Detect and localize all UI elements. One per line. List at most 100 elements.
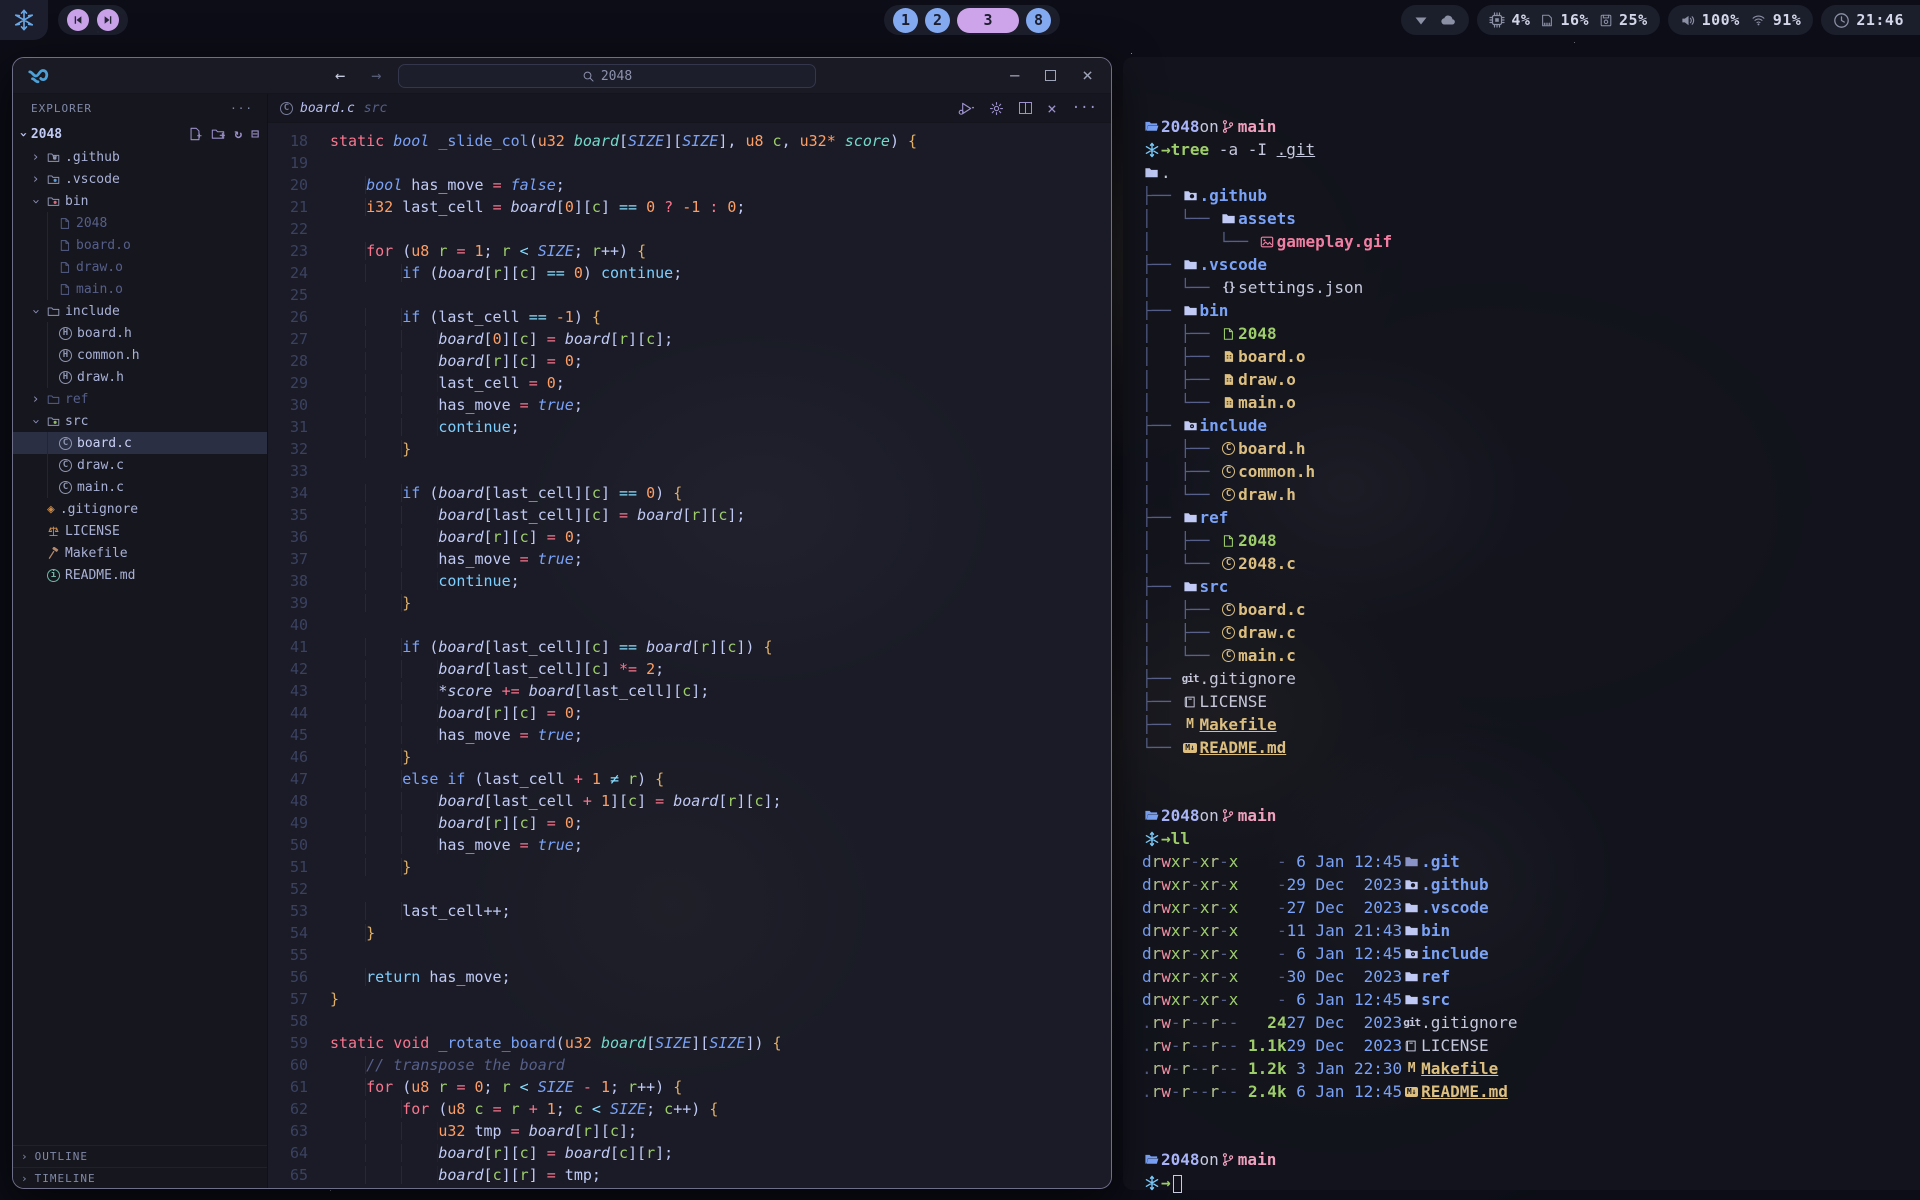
wifi-icon (1750, 13, 1767, 27)
ll-output-line: drwxr-xr-x - 6 Jan 12:45 src (1142, 988, 1910, 1011)
new-file-button[interactable] (188, 127, 202, 142)
gear-icon[interactable] (989, 101, 1004, 116)
tree-output-line: │ ├── C board.h (1142, 437, 1910, 460)
terminal-cursor[interactable] (1173, 1175, 1182, 1193)
command-center-search[interactable]: 2048 (398, 64, 816, 88)
line-number: 31 (268, 416, 330, 438)
nixos-launcher-button[interactable] (0, 0, 48, 40)
code-line-50: 50 has_move = true; (268, 834, 1111, 856)
explorer-item-bin[interactable]: ›bin (13, 190, 267, 212)
explorer-item-board.o[interactable]: board.o (13, 234, 267, 256)
explorer-item-.github[interactable]: ›.github (13, 146, 267, 168)
wifi-value: 91% (1773, 11, 1802, 29)
refresh-explorer-button[interactable]: ↻ (234, 127, 242, 142)
workspace-1-button[interactable]: 1 (893, 8, 918, 33)
explorer-item-ref[interactable]: ›ref (13, 388, 267, 410)
collapse-folders-button[interactable]: ⊟ (251, 127, 259, 142)
terminal-command: → ll (1142, 827, 1910, 850)
permissions: .rw-r--r-- (1142, 1011, 1238, 1034)
file-type-icon (1402, 1039, 1421, 1053)
workspace-2-button[interactable]: 2 (925, 8, 950, 33)
explorer-item-Makefile[interactable]: Makefile (13, 542, 267, 564)
close-window-button[interactable]: × (1082, 65, 1093, 86)
code-line-35: 35 board[last_cell][c] = board[r][c]; (268, 504, 1111, 526)
ll-output-line: .rw-r--r-- 2.4k 6 Jan 12:45 M↓ README.md (1142, 1080, 1910, 1103)
explorer-more-button[interactable]: ··· (230, 102, 253, 115)
explorer-item-common.h[interactable]: Hcommon.h (13, 344, 267, 366)
code-line-49: 49 board[r][c] = 0; (268, 812, 1111, 834)
file-label: common.h (77, 348, 140, 363)
media-next-button[interactable] (97, 9, 119, 31)
editor-titlebar[interactable]: ← → 2048 ─ × (13, 58, 1111, 94)
ll-output-line: .rw-r--r-- 24 27 Dec 2023 git .gitignore (1142, 1011, 1910, 1034)
line-number: 49 (268, 812, 330, 834)
code-line-54: 54 } (268, 922, 1111, 944)
file-label: LICENSE (65, 524, 120, 539)
explorer-item-draw.o[interactable]: draw.o (13, 256, 267, 278)
folder-open-icon (1142, 808, 1161, 823)
line-number: 29 (268, 372, 330, 394)
explorer-item-README.md[interactable]: iREADME.md (13, 564, 267, 586)
timeline-label: TIMELINE (35, 1172, 96, 1185)
more-actions-button[interactable]: ··· (1072, 100, 1097, 116)
terminal-window[interactable]: 2048 on main → tree -a -I .git .├── .git… (1123, 57, 1920, 1190)
file-label: draw.o (76, 260, 123, 275)
disk-stat: 25% (1599, 11, 1648, 29)
line-number: 54 (268, 922, 330, 944)
explorer-item-LICENSE[interactable]: LICENSE (13, 520, 267, 542)
file-label: Makefile (65, 546, 128, 561)
code-line-26: 26 if (last_cell == -1) { (268, 306, 1111, 328)
folder-bin-icon (47, 195, 60, 208)
line-number: 61 (268, 1076, 330, 1098)
weather-tray[interactable] (1401, 5, 1469, 35)
code-editor-window: ← → 2048 ─ × EXPLORER ··· › 2048 (12, 57, 1112, 1189)
explorer-item-include[interactable]: ›include (13, 300, 267, 322)
code-line-57: 57} (268, 988, 1111, 1010)
file-label: .gitignore (60, 502, 138, 517)
new-folder-button[interactable] (211, 127, 225, 142)
code-line-60: 60 // transpose the board (268, 1054, 1111, 1076)
speaker-icon (1680, 13, 1696, 28)
tree-output-line: │ └── main.o (1142, 391, 1910, 414)
explorer-item-board.h[interactable]: Hboard.h (13, 322, 267, 344)
explorer-item-.gitignore[interactable]: ◈.gitignore (13, 498, 267, 520)
audio-network[interactable]: 100% 91% (1668, 5, 1814, 35)
active-tab-filename[interactable]: board.c (300, 101, 355, 116)
explorer-root-folder[interactable]: › 2048 ↻ ⊟ (13, 123, 267, 146)
workspace-3-button[interactable]: 3 (957, 8, 1019, 33)
media-prev-button[interactable] (67, 9, 89, 31)
run-file-button[interactable] (957, 101, 974, 116)
explorer-item-.vscode[interactable]: ›.vscode (13, 168, 267, 190)
explorer-item-src[interactable]: ›src (13, 410, 267, 432)
line-number: 60 (268, 1054, 330, 1076)
explorer-item-board.c[interactable]: Cboard.c (13, 432, 267, 454)
close-editor-button[interactable]: × (1047, 99, 1057, 118)
explorer-item-main.o[interactable]: main.o (13, 278, 267, 300)
explorer-item-draw.h[interactable]: Hdraw.h (13, 366, 267, 388)
line-number: 22 (268, 218, 330, 240)
split-editor-button[interactable] (1019, 102, 1032, 114)
wifi-stat: 91% (1750, 11, 1802, 29)
file-label: main.o (76, 282, 123, 297)
explorer-item-2048[interactable]: 2048 (13, 212, 267, 234)
system-stats[interactable]: 4% 16% 25% (1477, 5, 1659, 35)
explorer-item-main.c[interactable]: Cmain.c (13, 476, 267, 498)
code-line-61: 61 for (u8 r = 0; r < SIZE - 1; r++) { (268, 1076, 1111, 1098)
folder-src-icon (47, 415, 60, 428)
navigate-forward-button[interactable]: → (371, 66, 381, 86)
file-type-icon (1219, 350, 1238, 363)
code-editor-surface[interactable]: 18static bool _slide_col(u32 board[SIZE]… (268, 123, 1111, 1189)
explorer-item-draw.c[interactable]: Cdraw.c (13, 454, 267, 476)
timeline-panel-header[interactable]: › TIMELINE (13, 1167, 267, 1189)
code-line-52: 52 (268, 878, 1111, 900)
file-type-icon: M (1402, 1057, 1421, 1080)
navigate-back-button[interactable]: ← (335, 66, 345, 86)
outline-panel-header[interactable]: › OUTLINE (13, 1145, 267, 1167)
maximize-button[interactable] (1045, 70, 1056, 81)
line-number: 39 (268, 592, 330, 614)
minimize-button[interactable]: ─ (1010, 67, 1019, 85)
permissions: drwxr-xr-x (1142, 965, 1238, 988)
clock[interactable]: 21:46 (1821, 5, 1920, 35)
chevron-right-icon: › (21, 1172, 29, 1185)
workspace-8-button[interactable]: 8 (1026, 8, 1051, 33)
